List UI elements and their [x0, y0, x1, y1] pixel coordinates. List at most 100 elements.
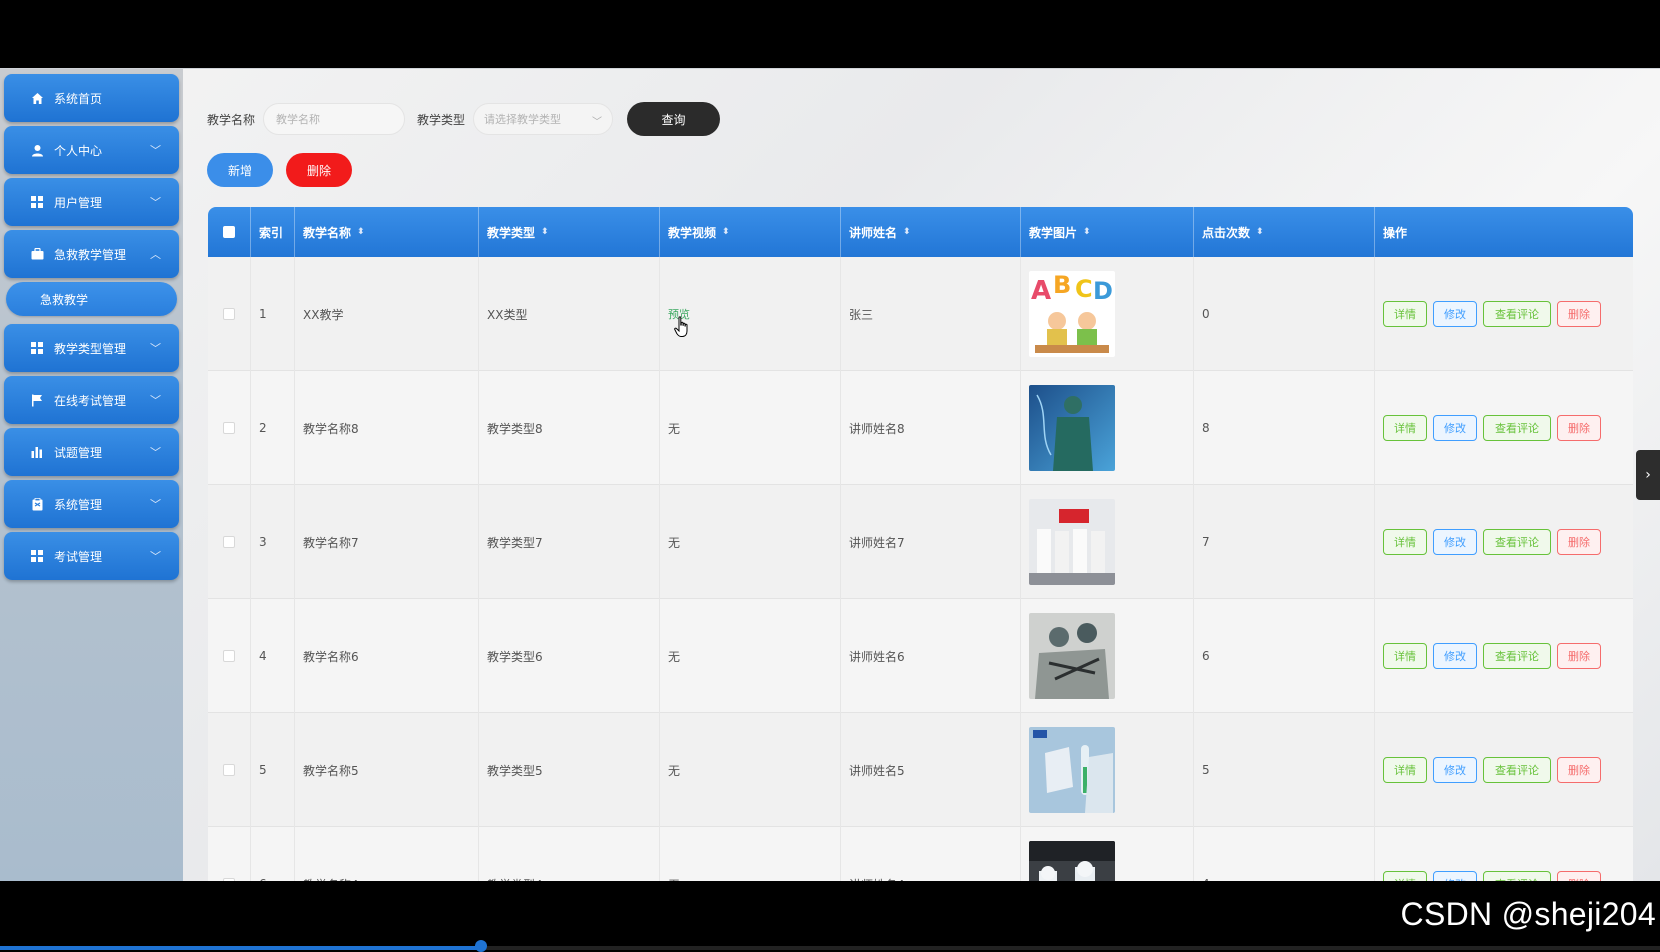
chevron-right-icon[interactable]: ›: [1636, 450, 1660, 500]
row-select-cell: [208, 713, 251, 827]
bulk-delete-button[interactable]: 删除: [286, 153, 352, 187]
delete-button[interactable]: 删除: [1557, 529, 1601, 555]
delete-button[interactable]: 删除: [1557, 871, 1601, 881]
sidebar-item-system[interactable]: 系统管理 ﹀: [4, 480, 179, 528]
cell-type: 教学类型5: [479, 713, 660, 827]
index-value: 3: [259, 535, 267, 549]
chevron-down-icon: ﹀: [150, 196, 161, 209]
sidebar-item-profile[interactable]: 个人中心 ﹀: [4, 126, 179, 174]
sidebar-item-home[interactable]: 系统首页: [4, 74, 179, 122]
teaching-image[interactable]: [1029, 499, 1115, 585]
view-comments-button[interactable]: 查看评论: [1483, 757, 1551, 783]
edit-button[interactable]: 修改: [1433, 529, 1477, 555]
detail-button[interactable]: 详情: [1383, 529, 1427, 555]
teaching-image[interactable]: [1029, 841, 1115, 881]
teaching-image[interactable]: ABCD: [1029, 271, 1115, 357]
row-checkbox[interactable]: [223, 764, 235, 776]
sidebar-item-first-aid-teaching[interactable]: 急救教学管理 ︿: [4, 230, 179, 278]
clicks-value: 7: [1202, 535, 1210, 549]
type-value: 教学类型7: [487, 535, 543, 550]
select-all-cell: [208, 207, 251, 257]
sidebar-subitem-first-aid[interactable]: 急救教学: [6, 282, 177, 316]
edit-button[interactable]: 修改: [1433, 301, 1477, 327]
cell-clicks: 6: [1194, 599, 1375, 713]
clicks-value: 4: [1202, 877, 1210, 881]
sidebar-item-questions[interactable]: 试题管理 ﹀: [4, 428, 179, 476]
sidebar-item-label: 在线考试管理: [54, 393, 127, 408]
type-select[interactable]: 请选择教学类型 ﹀: [473, 103, 614, 135]
teacher-value: 张三: [849, 307, 874, 322]
row-checkbox[interactable]: [223, 650, 235, 662]
view-comments-button[interactable]: 查看评论: [1483, 301, 1551, 327]
type-value: 教学类型5: [487, 763, 543, 778]
teaching-image[interactable]: [1029, 613, 1115, 699]
view-comments-button[interactable]: 查看评论: [1483, 643, 1551, 669]
cell-clicks: 8: [1194, 371, 1375, 485]
teaching-image[interactable]: [1029, 727, 1115, 813]
svg-text:D: D: [1093, 277, 1113, 305]
name-value: 教学名称7: [303, 535, 359, 550]
teacher-value: 讲师姓名5: [849, 763, 905, 778]
sidebar-item-online-exam[interactable]: 在线考试管理 ﹀: [4, 376, 179, 424]
view-comments-button[interactable]: 查看评论: [1483, 871, 1551, 881]
sidebar-item-exam[interactable]: 考试管理 ﹀: [4, 532, 179, 580]
col-teacher[interactable]: 讲师姓名 ⬍: [841, 207, 1021, 257]
detail-button[interactable]: 详情: [1383, 643, 1427, 669]
row-checkbox[interactable]: [223, 422, 235, 434]
col-video[interactable]: 教学视频 ⬍: [660, 207, 841, 257]
col-clicks-label: 点击次数: [1202, 225, 1251, 240]
sort-icon[interactable]: ⬍: [1083, 227, 1091, 237]
table-row: 1 XX教学 XX类型 预览 张三 A B C D 0 详情 修改 查看评论 删除: [208, 257, 1633, 371]
detail-button[interactable]: 详情: [1383, 871, 1427, 881]
select-all-checkbox[interactable]: [223, 226, 235, 238]
row-checkbox[interactable]: [223, 878, 235, 881]
teaching-image[interactable]: [1029, 385, 1115, 471]
col-ops: 操作: [1375, 207, 1633, 257]
name-value: 教学名称4: [303, 876, 359, 882]
edit-button[interactable]: 修改: [1433, 871, 1477, 881]
query-button[interactable]: 查询: [627, 102, 721, 136]
detail-button[interactable]: 详情: [1383, 757, 1427, 783]
delete-button[interactable]: 删除: [1557, 643, 1601, 669]
view-comments-button[interactable]: 查看评论: [1483, 529, 1551, 555]
name-search-input[interactable]: 教学名称: [263, 103, 406, 135]
svg-text:B: B: [1053, 271, 1071, 299]
row-actions: 详情修改查看评论删除: [1383, 301, 1601, 327]
svg-text:C: C: [1075, 275, 1093, 303]
sort-icon[interactable]: ⬍: [1256, 227, 1264, 237]
edit-button[interactable]: 修改: [1433, 643, 1477, 669]
video-progress-knob[interactable]: [475, 940, 488, 952]
type-select-placeholder: 请选择教学类型: [484, 113, 562, 126]
sort-icon[interactable]: ⬍: [903, 227, 911, 237]
delete-button[interactable]: 删除: [1557, 415, 1601, 441]
sidebar-item-teaching-type[interactable]: 教学类型管理 ﹀: [4, 324, 179, 372]
sidebar-item-users[interactable]: 用户管理 ﹀: [4, 178, 179, 226]
col-image[interactable]: 教学图片 ⬍: [1021, 207, 1194, 257]
col-ops-label: 操作: [1383, 225, 1408, 240]
teacher-value: 讲师姓名8: [849, 421, 905, 436]
watermark: CSDN @sheji204: [1400, 896, 1656, 932]
row-actions: 详情修改查看评论删除: [1383, 415, 1601, 441]
delete-button[interactable]: 删除: [1557, 757, 1601, 783]
edit-button[interactable]: 修改: [1433, 415, 1477, 441]
detail-button[interactable]: 详情: [1383, 301, 1427, 327]
add-button[interactable]: 新增: [207, 153, 273, 187]
col-image-label: 教学图片: [1029, 225, 1078, 240]
delete-button[interactable]: 删除: [1557, 301, 1601, 327]
row-actions: 详情修改查看评论删除: [1383, 529, 1601, 555]
app-frame: 系统首页 个人中心 ﹀ 用户管理 ﹀ 急救教学管理 ︿ 急救教学 教学类型管理 …: [0, 69, 1660, 881]
col-name[interactable]: 教学名称 ⬍: [295, 207, 479, 257]
video-value: 无: [668, 649, 681, 664]
index-value: 6: [259, 877, 267, 881]
cell-name: 教学名称4: [295, 827, 479, 881]
sort-icon[interactable]: ⬍: [722, 227, 730, 237]
view-comments-button[interactable]: 查看评论: [1483, 415, 1551, 441]
detail-button[interactable]: 详情: [1383, 415, 1427, 441]
col-type[interactable]: 教学类型 ⬍: [479, 207, 660, 257]
edit-button[interactable]: 修改: [1433, 757, 1477, 783]
row-checkbox[interactable]: [223, 308, 235, 320]
sort-icon[interactable]: ⬍: [357, 227, 365, 237]
col-clicks[interactable]: 点击次数 ⬍: [1194, 207, 1375, 257]
sort-icon[interactable]: ⬍: [541, 227, 549, 237]
row-checkbox[interactable]: [223, 536, 235, 548]
